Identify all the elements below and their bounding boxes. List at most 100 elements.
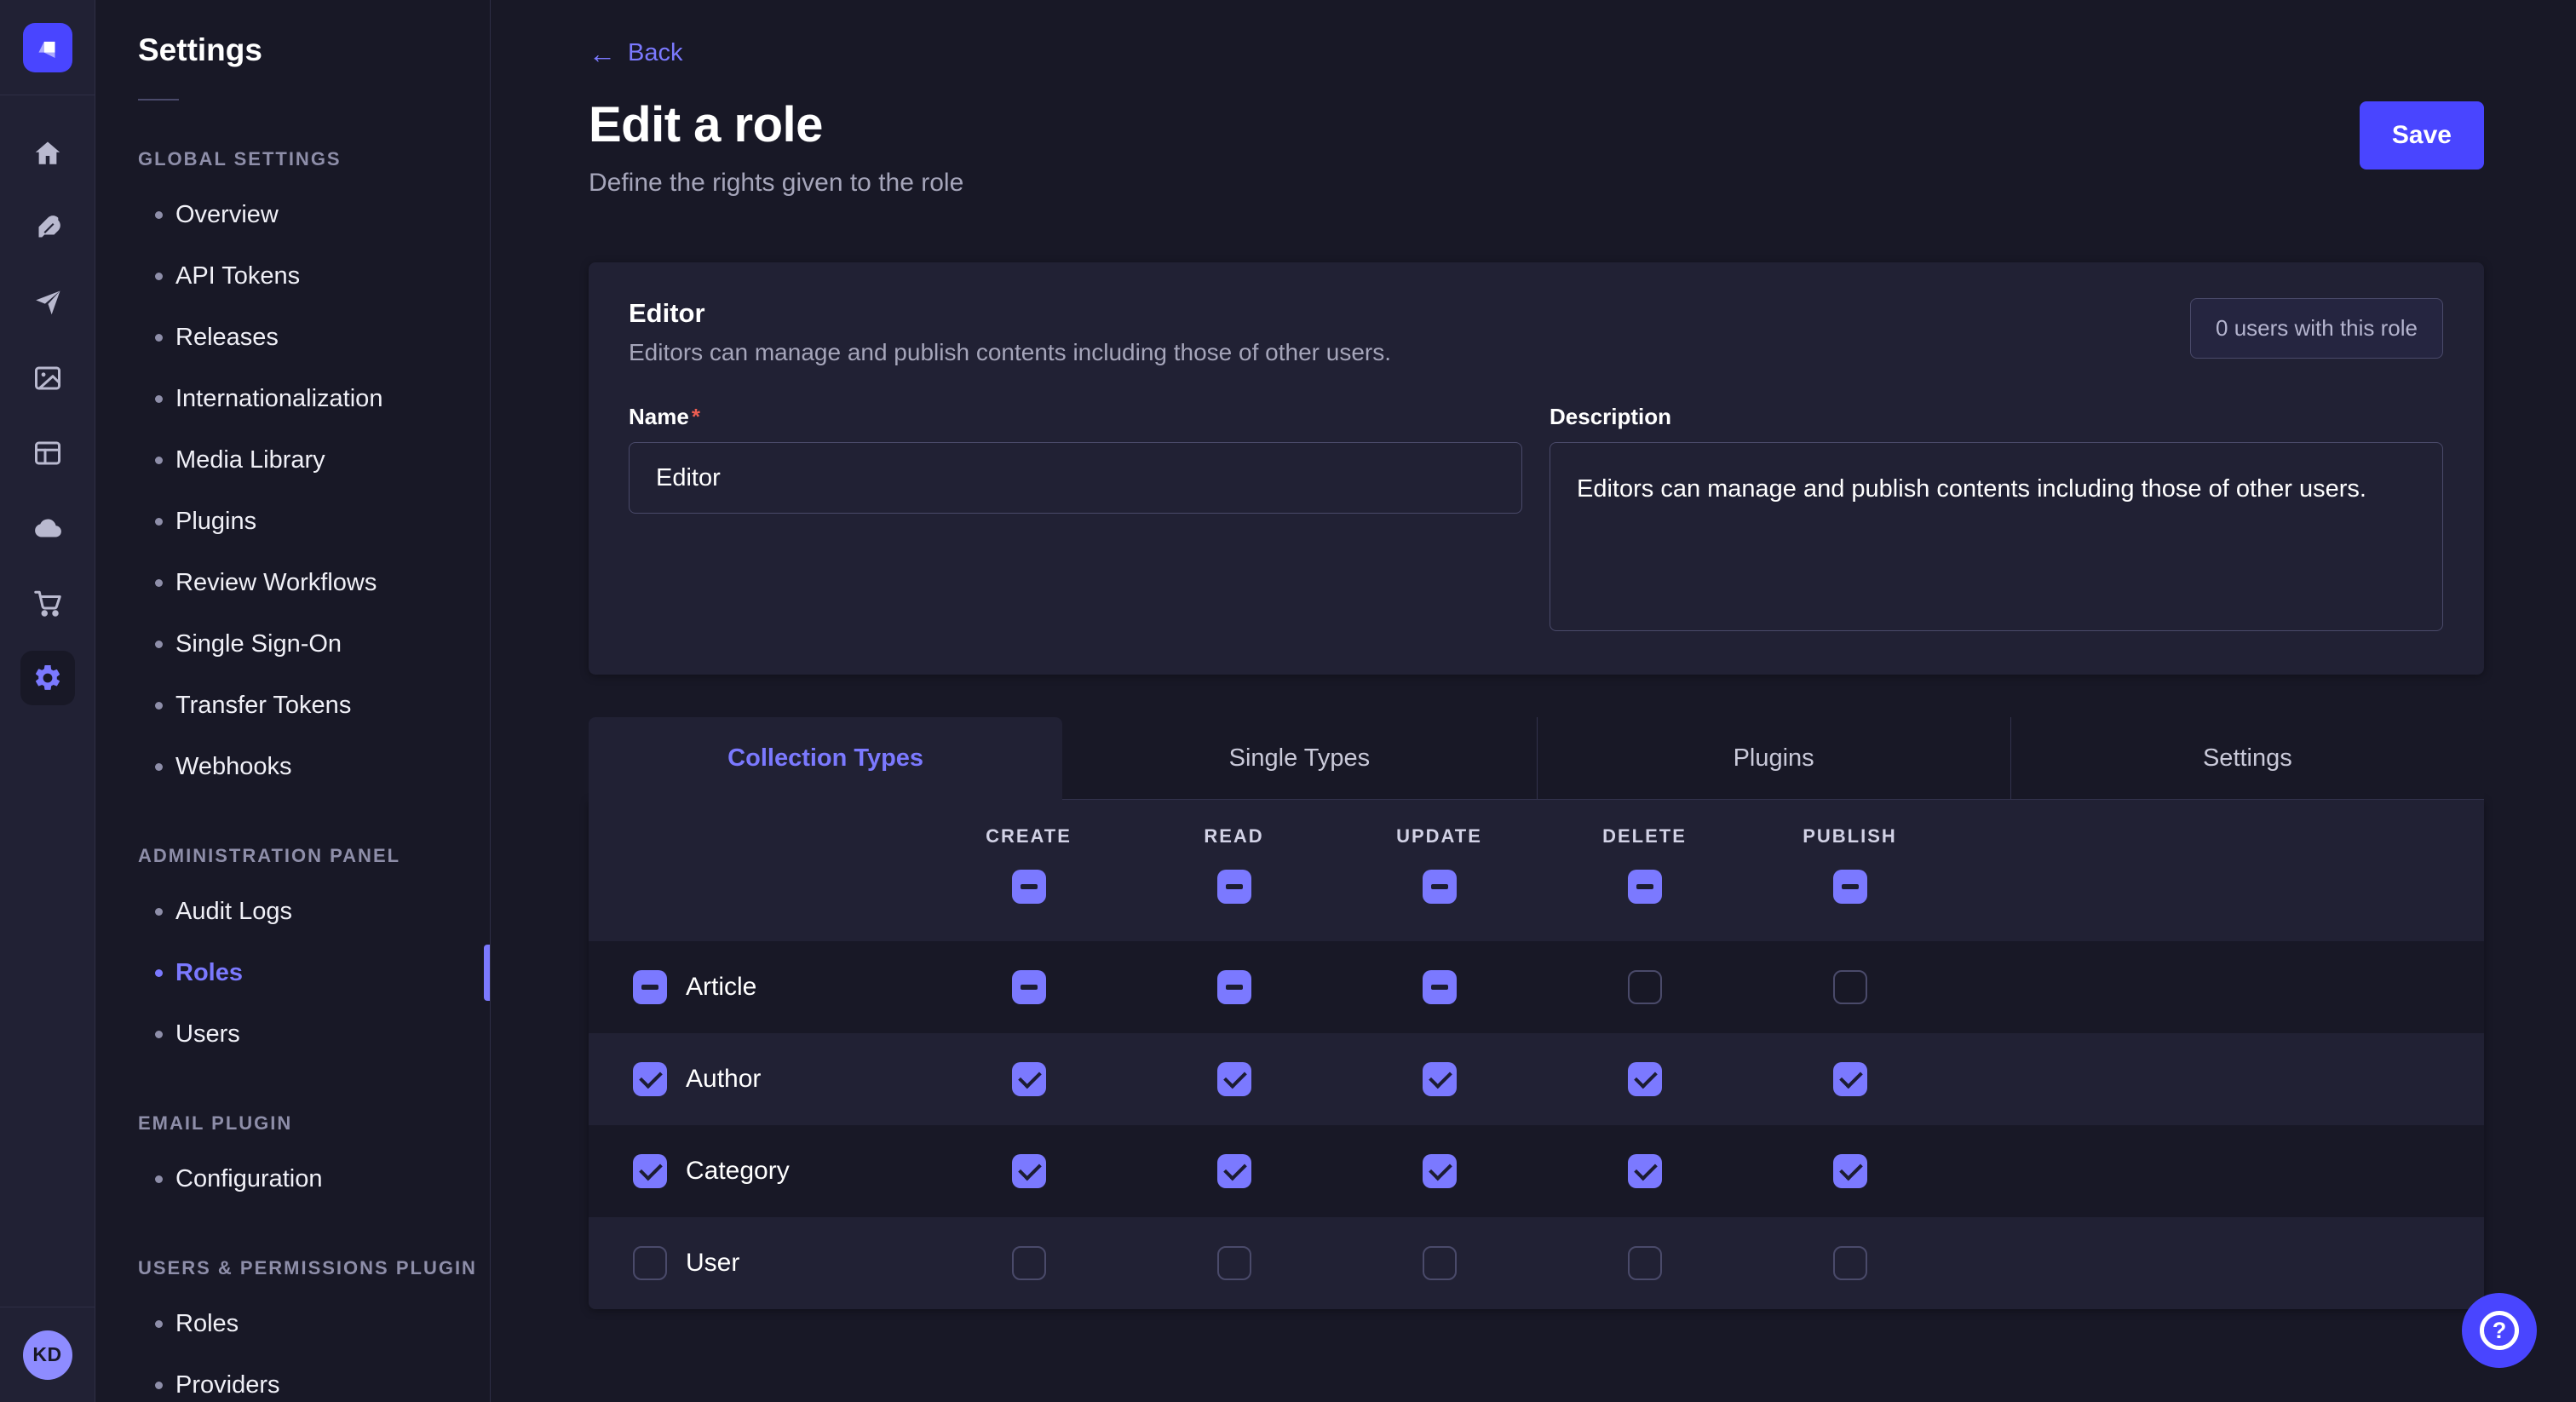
category-read-checkbox[interactable] — [1217, 1154, 1251, 1188]
user-row-checkbox[interactable] — [633, 1246, 667, 1280]
nav-item-label: Roles — [175, 959, 243, 987]
row-label: Author — [686, 1065, 761, 1094]
author-publish-checkbox[interactable] — [1833, 1062, 1867, 1096]
bullet-icon — [155, 273, 163, 280]
rail-item-media[interactable] — [0, 341, 95, 416]
bullet-icon — [155, 969, 163, 977]
rail-item-layout[interactable] — [0, 416, 95, 491]
category-publish-checkbox[interactable] — [1833, 1154, 1867, 1188]
user-read-checkbox[interactable] — [1217, 1246, 1251, 1280]
logo-container — [0, 0, 95, 95]
settings-nav-item-internationalization[interactable]: Internationalization — [95, 368, 490, 429]
rail-item-cloud[interactable] — [0, 491, 95, 566]
category-create-checkbox[interactable] — [1012, 1154, 1046, 1188]
settings-nav-item-overview[interactable]: Overview — [95, 184, 490, 245]
settings-nav-item-audit-logs[interactable]: Audit Logs — [95, 881, 490, 942]
nav-item-label: Transfer Tokens — [175, 692, 351, 720]
permissions-header-row: CREATEREADUPDATEDELETEPUBLISH — [589, 800, 2484, 941]
category-row-checkbox[interactable] — [633, 1154, 667, 1188]
author-update-checkbox[interactable] — [1423, 1062, 1457, 1096]
permission-row-article: Article — [589, 941, 2484, 1033]
article-row-checkbox[interactable] — [633, 970, 667, 1004]
select-all-delete-checkbox[interactable] — [1628, 870, 1662, 904]
row-label: Category — [686, 1157, 790, 1186]
users-with-role-button[interactable]: 0 users with this role — [2190, 298, 2443, 359]
row-label: Article — [686, 973, 756, 1002]
settings-nav-item-webhooks[interactable]: Webhooks — [95, 736, 490, 797]
rail-item-cart[interactable] — [0, 566, 95, 641]
settings-subnav: Settings GLOBAL SETTINGSOverviewAPI Toke… — [95, 0, 491, 1402]
nav-section-users-permissions-plugin: USERS & PERMISSIONS PLUGIN Roles Providers — [95, 1257, 490, 1402]
article-publish-checkbox[interactable] — [1833, 970, 1867, 1004]
nav-section-global-settings: GLOBAL SETTINGSOverviewAPI TokensRelease… — [95, 148, 490, 797]
name-input[interactable] — [629, 442, 1522, 514]
settings-nav-item-review-workflows[interactable]: Review Workflows — [95, 552, 490, 613]
column-delete: DELETE — [1542, 825, 1747, 904]
rail-item-home[interactable] — [0, 116, 95, 191]
media-icon — [20, 351, 75, 405]
category-update-checkbox[interactable] — [1423, 1154, 1457, 1188]
bullet-icon — [155, 457, 163, 464]
select-all-update-checkbox[interactable] — [1423, 870, 1457, 904]
author-read-checkbox[interactable] — [1217, 1062, 1251, 1096]
user-create-checkbox[interactable] — [1012, 1246, 1046, 1280]
select-all-read-checkbox[interactable] — [1217, 870, 1251, 904]
select-all-publish-checkbox[interactable] — [1833, 870, 1867, 904]
settings-nav-item-users[interactable]: Users — [95, 1003, 490, 1065]
feather-icon — [20, 201, 75, 256]
subnav-title: Settings — [95, 32, 490, 68]
nav-item-label: Plugins — [175, 508, 256, 536]
avatar[interactable]: KD — [23, 1330, 72, 1380]
select-all-create-checkbox[interactable] — [1012, 870, 1046, 904]
main-content: ← Back Edit a role Define the rights giv… — [491, 0, 2576, 1402]
nav-section-label: USERS & PERMISSIONS PLUGIN — [95, 1257, 490, 1279]
settings-nav-item-configuration[interactable]: Configuration — [95, 1148, 490, 1210]
rail-item-gear[interactable] — [0, 641, 95, 715]
article-create-checkbox[interactable] — [1012, 970, 1046, 1004]
tab-single-types[interactable]: Single Types — [1062, 717, 1536, 800]
author-row-checkbox[interactable] — [633, 1062, 667, 1096]
rail-item-feather[interactable] — [0, 191, 95, 266]
nav-item-label: Media Library — [175, 446, 325, 474]
author-delete-checkbox[interactable] — [1628, 1062, 1662, 1096]
layout-icon — [20, 426, 75, 480]
rail-item-send[interactable] — [0, 266, 95, 341]
settings-nav-item-roles[interactable]: Roles — [95, 1293, 490, 1354]
settings-nav-item-transfer-tokens[interactable]: Transfer Tokens — [95, 675, 490, 736]
settings-nav-item-api-tokens[interactable]: API Tokens — [95, 245, 490, 307]
nav-item-label: Roles — [175, 1310, 239, 1338]
article-read-checkbox[interactable] — [1217, 970, 1251, 1004]
tab-plugins[interactable]: Plugins — [1537, 717, 2010, 800]
user-publish-checkbox[interactable] — [1833, 1246, 1867, 1280]
description-textarea[interactable]: Editors can manage and publish contents … — [1550, 442, 2443, 631]
article-delete-checkbox[interactable] — [1628, 970, 1662, 1004]
column-header-update: UPDATE — [1396, 825, 1482, 848]
nav-section-administration-panel: ADMINISTRATION PANELAudit LogsRolesUsers — [95, 845, 490, 1065]
bullet-icon — [155, 518, 163, 526]
row-head-author: Author — [589, 1062, 926, 1096]
back-link[interactable]: ← Back — [589, 39, 682, 67]
settings-nav-item-roles[interactable]: Roles — [95, 942, 490, 1003]
author-create-checkbox[interactable] — [1012, 1062, 1046, 1096]
strapi-logo[interactable] — [23, 23, 72, 72]
settings-nav-item-plugins[interactable]: Plugins — [95, 491, 490, 552]
bullet-icon — [155, 1175, 163, 1183]
role-card-title: Editor — [629, 298, 1391, 329]
settings-nav-item-media-library[interactable]: Media Library — [95, 429, 490, 491]
user-update-checkbox[interactable] — [1423, 1246, 1457, 1280]
cloud-icon — [20, 501, 75, 555]
help-button[interactable]: ? — [2462, 1293, 2537, 1368]
save-button[interactable]: Save — [2360, 101, 2484, 170]
article-update-checkbox[interactable] — [1423, 970, 1457, 1004]
cart-icon — [20, 576, 75, 630]
settings-nav-item-single-sign-on[interactable]: Single Sign-On — [95, 613, 490, 675]
settings-nav-item-releases[interactable]: Releases — [95, 307, 490, 368]
bullet-icon — [155, 702, 163, 710]
user-delete-checkbox[interactable] — [1628, 1246, 1662, 1280]
tab-collection-types[interactable]: Collection Types — [589, 717, 1062, 800]
settings-nav-item-providers[interactable]: Providers — [95, 1354, 490, 1402]
category-delete-checkbox[interactable] — [1628, 1154, 1662, 1188]
tab-settings[interactable]: Settings — [2010, 717, 2484, 800]
permission-row-category: Category — [589, 1125, 2484, 1217]
column-header-publish: PUBLISH — [1803, 825, 1897, 848]
